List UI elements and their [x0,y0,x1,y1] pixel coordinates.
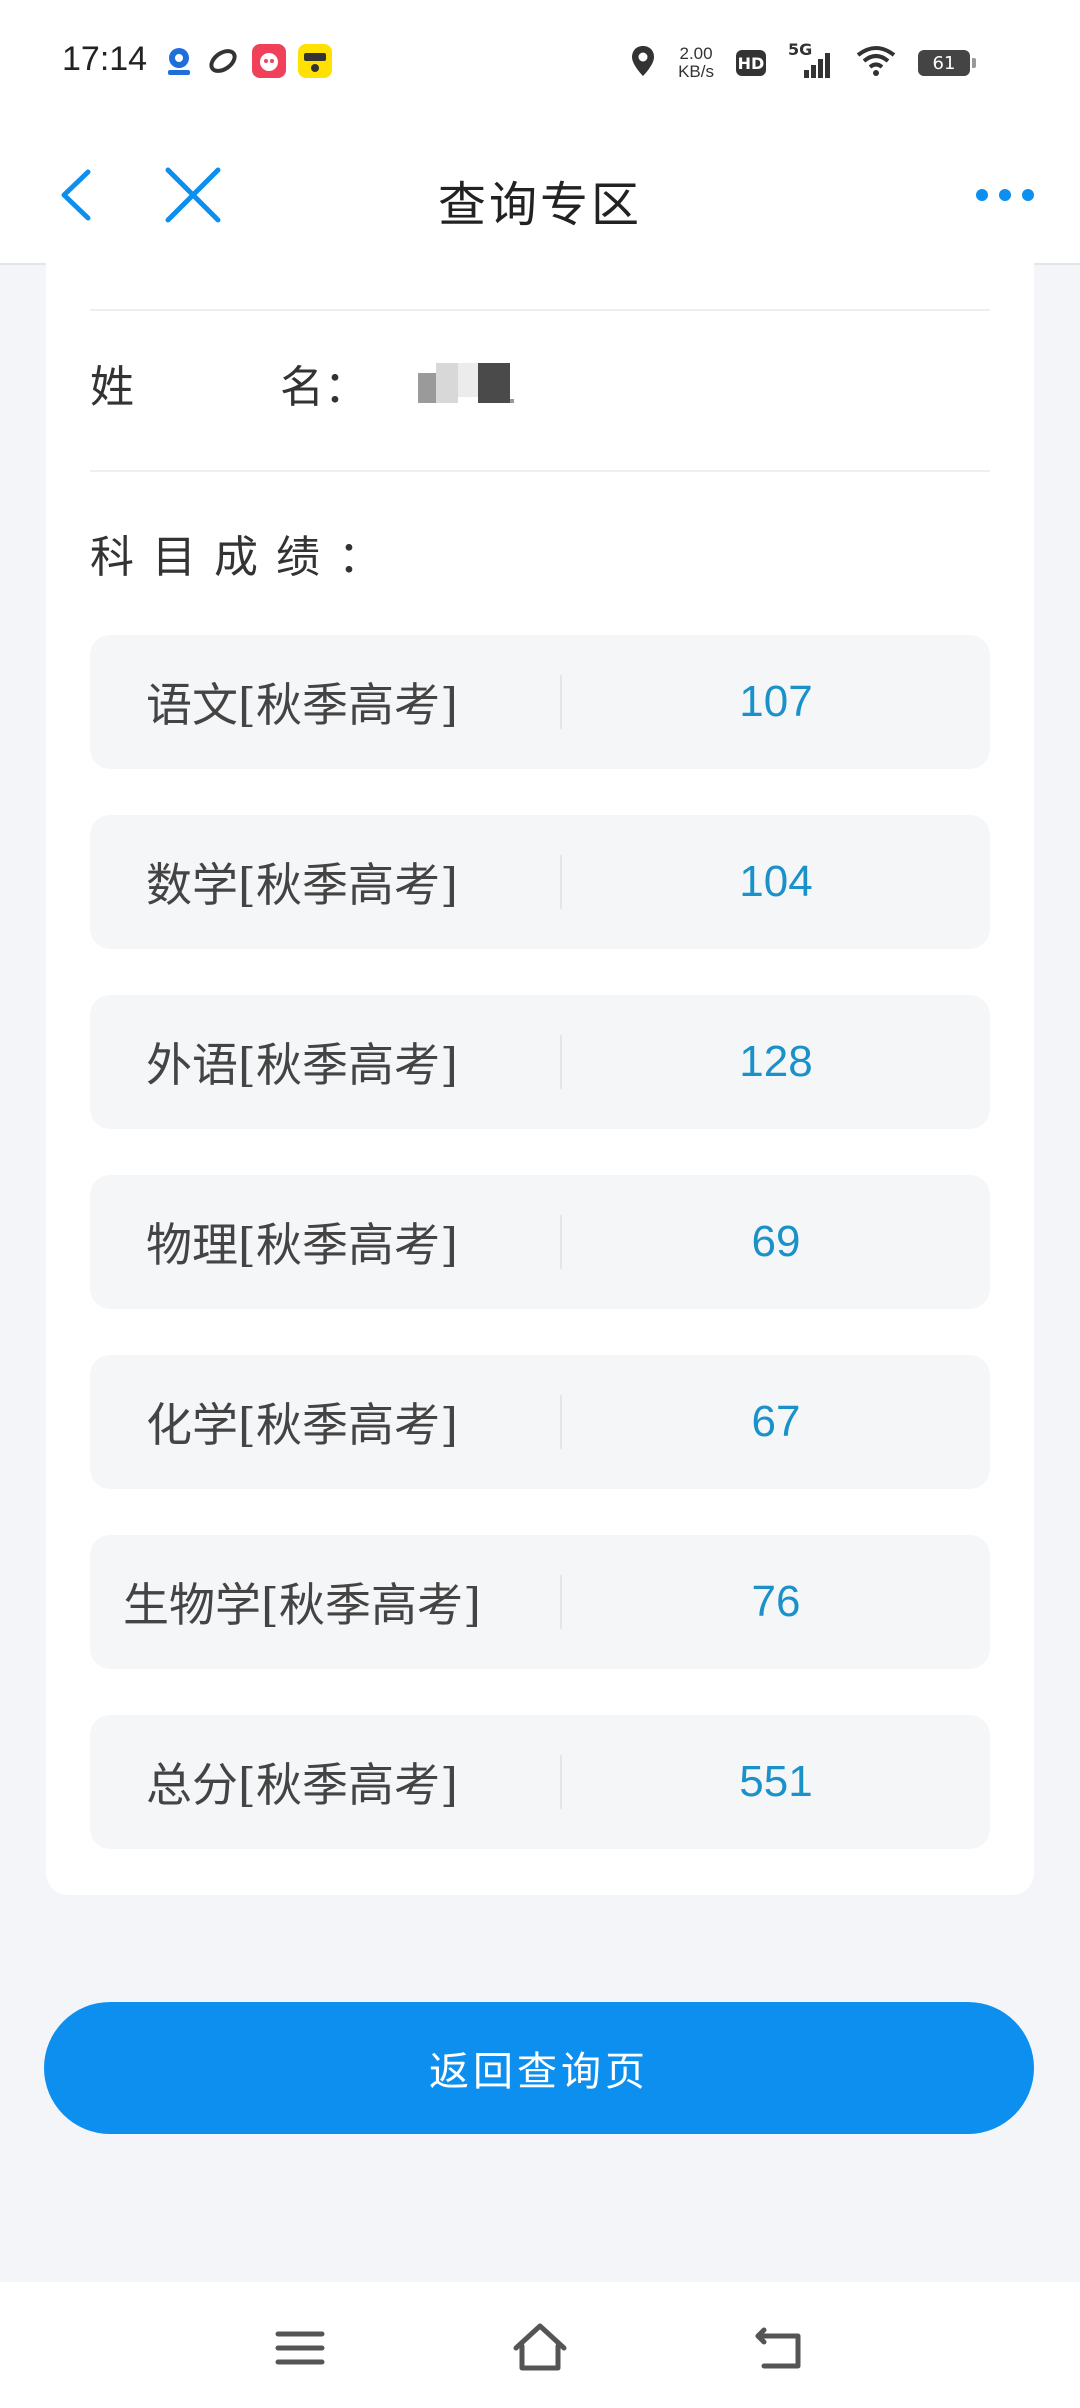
divider [90,470,990,472]
subjects-heading: 科目成绩： [90,532,400,583]
subject-score: 128 [739,1037,813,1086]
name-label-first: 姓 [90,362,134,413]
score-row: 外语[秋季高考] 128 [90,995,990,1129]
menu-icon [275,2331,325,2365]
subject-label: 生物学[秋季高考] [123,1578,481,1632]
score-row: 物理[秋季高考] 69 [90,1175,990,1309]
more-options-button[interactable] [970,170,1040,220]
app-notification-icon [298,44,332,78]
score-result-card: 姓 名： 科目成绩： 语文[秋季高考] 107 数学[秋季高考] 104 外语[… [46,263,1034,1895]
subject-label: 化学[秋季高考] [146,1398,458,1452]
return-to-query-button[interactable]: 返回查询页 [44,2002,1034,2134]
subject-score: 69 [751,1217,801,1266]
app-notification-icon [162,44,196,78]
score-row: 化学[秋季高考] 67 [90,1355,990,1489]
score-row: 生物学[秋季高考] 76 [90,1535,990,1669]
subject-score: 551 [739,1757,813,1806]
home-icon [513,2323,567,2371]
score-row: 数学[秋季高考] 104 [90,815,990,949]
score-row: 语文[秋季高考] 107 [90,635,990,769]
system-nav-bar [0,2282,1080,2408]
subject-label: 数学[秋季高考] [146,858,458,912]
divider [90,309,990,311]
subject-score: 76 [751,1577,801,1626]
subject-label: 物理[秋季高考] [146,1218,458,1272]
back-icon [755,2327,801,2369]
page-title: 查询专区 [437,177,642,233]
subject-label: 语文[秋季高考] [146,678,458,732]
score-row-total: 总分[秋季高考] 551 [90,1715,990,1849]
more-dots-icon [976,189,1034,201]
app-notification-icon [252,44,286,78]
network-speed: 2.00 KB/s [678,45,714,81]
top-header: 查询专区 [0,125,1080,265]
status-indicators: 2.00 KB/s HD 5G 61 [630,38,976,88]
network-speed-value: 2.00 [679,44,713,63]
name-value-masked [418,361,538,407]
signal-icon: 5G [788,40,834,80]
subject-score: 104 [739,857,813,906]
hd-badge: HD [736,50,766,76]
app-notification-icon [206,44,240,78]
back-nav-button[interactable] [750,2318,810,2378]
status-bar: 17:14 2.00 KB/s HD 5G 61 [0,0,1080,125]
subject-label: 总分[秋季高考] [146,1758,458,1812]
name-label-second: 名： [280,362,368,413]
battery-icon: 61 [918,50,976,76]
home-button[interactable] [510,2318,570,2378]
menu-button[interactable] [270,2318,330,2378]
subject-score: 107 [739,677,813,726]
subject-score: 67 [751,1397,801,1446]
network-speed-unit: KB/s [678,62,714,81]
wifi-icon [856,45,896,81]
status-time: 17:14 [62,40,148,78]
subject-label: 外语[秋季高考] [146,1038,458,1092]
location-icon [630,44,656,82]
